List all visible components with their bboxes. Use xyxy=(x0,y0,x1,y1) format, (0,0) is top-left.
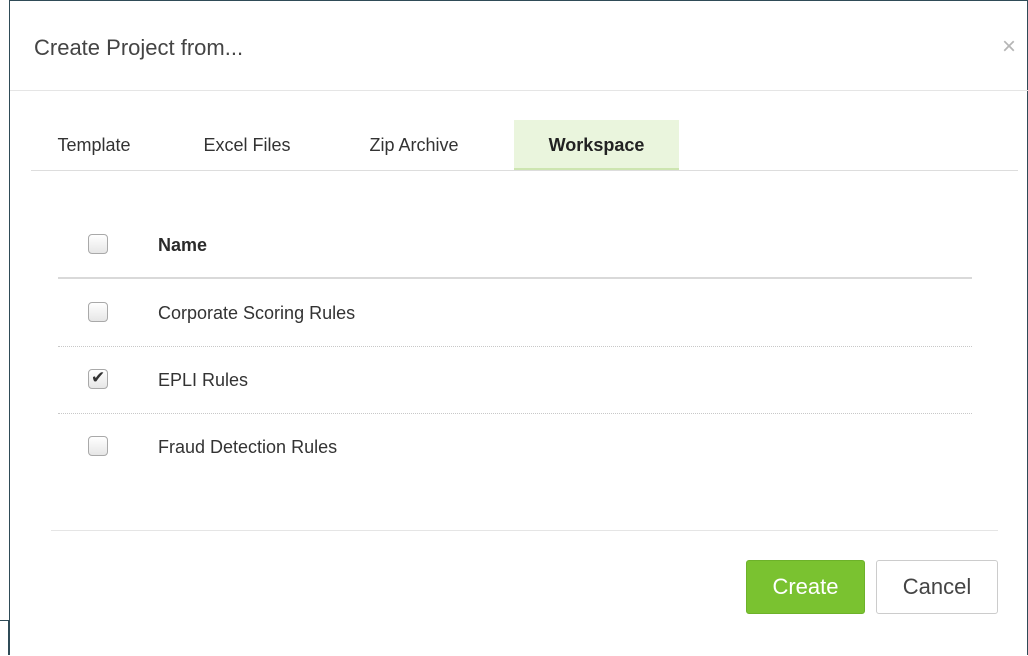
row-checkbox[interactable] xyxy=(88,436,108,456)
row-checkbox[interactable] xyxy=(88,302,108,322)
table-row[interactable]: Corporate Scoring Rules xyxy=(58,279,972,347)
table-header-row: Name xyxy=(58,211,972,279)
tab-template[interactable]: Template xyxy=(31,120,157,170)
dialog-header: Create Project from... × xyxy=(10,1,1028,91)
create-project-dialog: Create Project from... × Template Excel … xyxy=(10,1,1028,656)
row-label: Corporate Scoring Rules xyxy=(158,303,356,323)
row-label: EPLI Rules xyxy=(158,370,249,390)
tab-zip-archive[interactable]: Zip Archive xyxy=(339,120,489,170)
create-button[interactable]: Create xyxy=(746,560,865,614)
checkmark-icon: ✔ xyxy=(91,368,106,387)
row-label: Fraud Detection Rules xyxy=(158,437,338,457)
window-frame: Create Project from... × Template Excel … xyxy=(9,0,1028,655)
row-checkbox[interactable]: ✔ xyxy=(88,368,108,389)
column-header-name: Name xyxy=(158,235,208,255)
select-all-checkbox[interactable] xyxy=(88,234,108,254)
close-icon[interactable]: × xyxy=(1002,35,1016,59)
window-edge-fragment xyxy=(0,620,9,655)
footer-divider xyxy=(51,530,998,531)
tab-excel-files[interactable]: Excel Files xyxy=(179,120,315,170)
dialog-title: Create Project from... xyxy=(34,35,244,60)
table-row[interactable]: ✔ EPLI Rules xyxy=(58,346,972,414)
table-row[interactable]: Fraud Detection Rules xyxy=(58,413,972,481)
source-tabs: Template Excel Files Zip Archive Workspa… xyxy=(31,120,1018,171)
tab-workspace[interactable]: Workspace xyxy=(514,120,679,170)
cancel-button[interactable]: Cancel xyxy=(876,560,998,614)
